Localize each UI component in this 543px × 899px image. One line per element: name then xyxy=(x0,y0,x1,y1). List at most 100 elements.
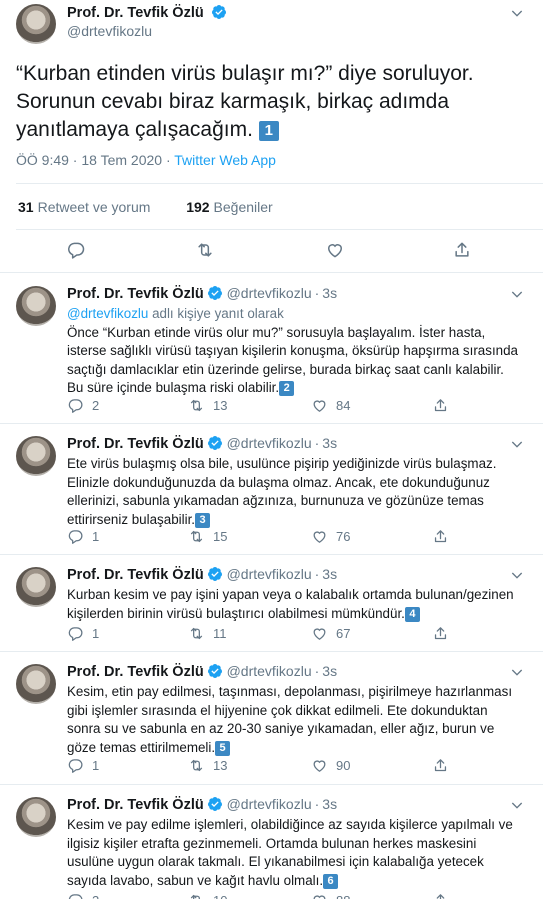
tweet-source[interactable]: Twitter Web App xyxy=(174,152,276,168)
author-name[interactable]: Prof. Dr. Tevfik Özlü xyxy=(67,567,204,583)
like-button[interactable]: 76 xyxy=(311,528,350,545)
retweets-stat[interactable]: 31 Retweet ve yorum xyxy=(18,199,150,215)
tweet-age[interactable]: 3s xyxy=(322,285,337,301)
retweets-label: Retweet ve yorum xyxy=(37,199,151,215)
tweet-text: Kurban kesim ve pay işini yapan veya o k… xyxy=(67,586,522,623)
tweet-body: Kesim ve pay edilme işlemleri, olabildiğ… xyxy=(67,817,513,888)
share-button[interactable] xyxy=(432,625,457,642)
divider xyxy=(16,183,543,184)
like-button[interactable]: 67 xyxy=(311,625,350,642)
tweet-age[interactable]: 3s xyxy=(322,796,337,812)
retweet-button[interactable]: 11 xyxy=(188,625,227,642)
verified-badge-icon xyxy=(207,797,222,811)
reply-tweet[interactable]: Prof. Dr. Tevfik Özlü @drtevfikozlu · 3s Ke… xyxy=(0,784,543,899)
retweet-button[interactable]: 13 xyxy=(188,757,227,774)
number-badge: 1 xyxy=(258,121,279,141)
avatar[interactable] xyxy=(16,567,56,607)
like-icon[interactable] xyxy=(325,240,345,260)
author-handle[interactable]: @drtevfikozlu xyxy=(227,796,312,812)
chevron-down-icon[interactable] xyxy=(509,286,525,302)
reply-icon[interactable] xyxy=(66,240,86,260)
author-handle[interactable]: @drtevfikozlu xyxy=(227,285,312,301)
author-handle[interactable]: @drtevfikozlu xyxy=(227,566,312,582)
reply-header: Prof. Dr. Tevfik Özlü @drtevfikozlu · 3s xyxy=(67,435,337,452)
tweet-text: Kesim, etin pay edilmesi, taşınması, dep… xyxy=(67,683,522,757)
author-name[interactable]: Prof. Dr. Tevfik Özlü xyxy=(67,797,204,813)
author-name[interactable]: Prof. Dr. Tevfik Özlü xyxy=(67,286,204,302)
like-button[interactable]: 90 xyxy=(311,757,350,774)
reply-icon xyxy=(68,894,83,899)
author-name[interactable]: Prof. Dr. Tevfik Özlü xyxy=(67,664,204,680)
share-icon xyxy=(434,627,447,640)
avatar[interactable] xyxy=(16,286,56,326)
retweet-button[interactable]: 10 xyxy=(188,892,227,899)
author-handle[interactable]: @drtevfikozlu xyxy=(67,23,152,39)
avatar[interactable] xyxy=(16,797,56,837)
reply-header: Prof. Dr. Tevfik Özlü @drtevfikozlu · 3s xyxy=(67,796,337,813)
reply-button[interactable]: 1 xyxy=(67,757,99,774)
like-count: 67 xyxy=(336,626,351,641)
retweets-count: 31 xyxy=(18,199,34,215)
avatar[interactable] xyxy=(16,664,56,704)
avatar[interactable] xyxy=(16,436,56,476)
reply-button[interactable]: 2 xyxy=(67,397,99,414)
chevron-down-icon[interactable] xyxy=(509,567,525,583)
chevron-down-icon[interactable] xyxy=(509,797,525,813)
share-button[interactable] xyxy=(432,757,457,774)
author-name[interactable]: Prof. Dr. Tevfik Özlü xyxy=(67,436,204,452)
reply-to-mention[interactable]: @drtevfikozlu xyxy=(67,306,148,321)
reply-tweet[interactable]: Prof. Dr. Tevfik Özlü @drtevfikozlu · 3s @d… xyxy=(0,273,543,424)
like-icon xyxy=(313,895,326,899)
separator-dot: · xyxy=(314,663,320,679)
number-badge: 2 xyxy=(279,381,295,397)
share-button[interactable] xyxy=(432,528,457,545)
tweet-age[interactable]: 3s xyxy=(322,435,337,451)
tweet-body: Kurban kesim ve pay işini yapan veya o k… xyxy=(67,587,514,621)
tweet-thread: Prof. Dr. Tevfik Özlü @drtevfikozlu “Kur… xyxy=(0,0,543,899)
tweet-age[interactable]: 3s xyxy=(322,566,337,582)
tweet-actions: 2 13 84 xyxy=(67,397,487,415)
reply-button[interactable]: 2 xyxy=(67,892,99,899)
verified-badge-icon xyxy=(207,567,222,581)
reply-tweet[interactable]: Prof. Dr. Tevfik Özlü @drtevfikozlu · 3s Ku… xyxy=(0,554,543,652)
reply-tweet[interactable]: Prof. Dr. Tevfik Özlü @drtevfikozlu · 3s Et… xyxy=(0,423,543,555)
tweet-time[interactable]: ÖÖ 9:49 · 18 Tem 2020 · xyxy=(16,152,171,168)
retweet-button[interactable]: 13 xyxy=(188,397,227,414)
tweet-actions: 1 11 67 xyxy=(67,625,487,643)
tweet-age[interactable]: 3s xyxy=(322,663,337,679)
main-tweet: Prof. Dr. Tevfik Özlü @drtevfikozlu “Kur… xyxy=(0,0,543,273)
author-header: Prof. Dr. Tevfik Özlü xyxy=(67,4,227,22)
retweet-icon xyxy=(190,399,203,412)
author-handle[interactable]: @drtevfikozlu xyxy=(227,663,312,679)
retweet-button[interactable]: 15 xyxy=(188,528,227,545)
retweet-count: 13 xyxy=(213,758,228,773)
chevron-down-icon[interactable] xyxy=(509,664,525,680)
tweet-actions: 1 13 90 xyxy=(67,757,487,775)
chevron-down-icon[interactable] xyxy=(509,5,525,21)
like-icon xyxy=(313,531,326,543)
like-count: 88 xyxy=(336,893,350,899)
like-count: 90 xyxy=(336,758,351,773)
tweet-stats: 31 Retweet ve yorum 192 Beğeniler xyxy=(18,199,273,215)
reply-button[interactable]: 1 xyxy=(67,528,99,545)
separator-dot: · xyxy=(314,435,320,451)
reply-tweet[interactable]: Prof. Dr. Tevfik Özlü @drtevfikozlu · 3s Ke… xyxy=(0,651,543,785)
chevron-down-icon[interactable] xyxy=(509,436,525,452)
reply-button[interactable]: 1 xyxy=(67,625,99,642)
number-badge: 5 xyxy=(215,740,231,756)
tweet-body: Ete virüs bulaşmış olsa bile, usulünce p… xyxy=(67,456,497,527)
author-handle[interactable]: @drtevfikozlu xyxy=(227,435,312,451)
like-button[interactable]: 88 xyxy=(311,892,350,899)
likes-label: Beğeniler xyxy=(213,199,273,215)
like-button[interactable]: 84 xyxy=(311,397,350,414)
likes-stat[interactable]: 192 Beğeniler xyxy=(186,199,273,215)
share-icon[interactable] xyxy=(452,240,472,260)
tweet-actions: 2 10 88 xyxy=(67,892,487,899)
likes-count: 192 xyxy=(186,199,210,215)
share-button[interactable] xyxy=(432,397,457,414)
share-button[interactable] xyxy=(432,892,457,899)
retweet-icon[interactable] xyxy=(195,240,215,260)
reply-count: 1 xyxy=(92,529,100,544)
author-name[interactable]: Prof. Dr. Tevfik Özlü xyxy=(67,5,204,21)
avatar[interactable] xyxy=(16,4,56,44)
